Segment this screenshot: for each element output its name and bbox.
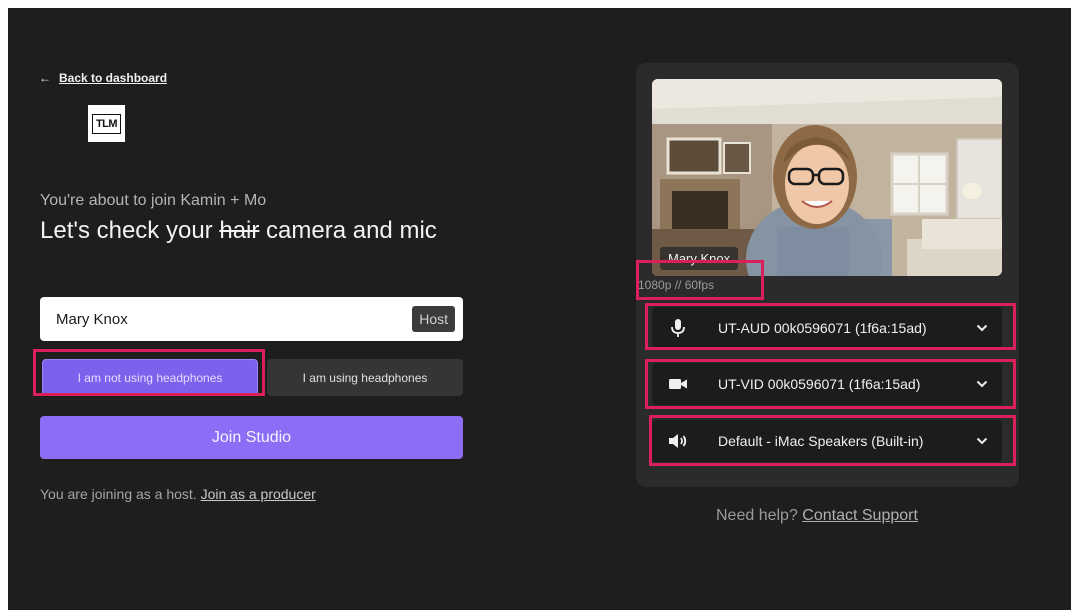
help-text: Need help? Contact Support: [716, 507, 918, 525]
arrow-left-icon: ←: [39, 71, 51, 85]
join-subtitle: You're about to join Kamin + Mo: [40, 192, 267, 209]
back-to-dashboard-link[interactable]: ← Back to dashboard: [39, 71, 167, 85]
microphone-select[interactable]: UT-AUD 00k0596071 (1f6a:15ad): [652, 307, 1002, 349]
display-name-field[interactable]: Host: [40, 297, 463, 341]
contact-support-link[interactable]: Contact Support: [802, 507, 918, 524]
chevron-down-icon: [962, 324, 1002, 332]
title-struck-word: hair: [219, 217, 260, 244]
participant-name-tag: Mary Knox: [660, 247, 739, 270]
joining-note-text: You are joining as a host.: [40, 486, 201, 502]
microphone-icon: [652, 318, 704, 338]
camera-select-value: UT-VID 00k0596071 (1f6a:15ad): [718, 376, 921, 392]
camera-icon: [652, 377, 704, 391]
device-panel: Mary Knox 1080p // 60fps UT-AUD 00k05960…: [636, 63, 1019, 487]
display-name-input[interactable]: [56, 310, 356, 328]
using-headphones-button[interactable]: I am using headphones: [267, 359, 463, 396]
speaker-icon: [652, 433, 704, 449]
back-label: Back to dashboard: [59, 71, 168, 85]
join-as-producer-link[interactable]: Join as a producer: [201, 486, 316, 502]
resolution-label: 1080p // 60fps: [638, 278, 715, 292]
host-badge: Host: [412, 306, 455, 332]
join-studio-button[interactable]: Join Studio: [40, 416, 463, 459]
not-using-headphones-button[interactable]: I am not using headphones: [42, 359, 258, 396]
speaker-select-value: Default - iMac Speakers (Built-in): [718, 433, 924, 449]
title-part-1: Let's check your: [40, 217, 220, 244]
chevron-down-icon: [962, 380, 1002, 388]
speaker-select[interactable]: Default - iMac Speakers (Built-in): [652, 420, 1002, 462]
camera-preview: Mary Knox: [652, 79, 1002, 276]
microphone-select-value: UT-AUD 00k0596071 (1f6a:15ad): [718, 320, 927, 336]
chevron-down-icon: [962, 437, 1002, 445]
help-prefix: Need help?: [716, 507, 803, 524]
title-part-2: camera and mic: [259, 217, 437, 244]
brand-logo: TLM: [88, 105, 125, 142]
joining-note: You are joining as a host. Join as a pro…: [40, 486, 316, 502]
app-root: ← Back to dashboard TLM You're about to …: [8, 8, 1071, 610]
page-title: Let's check your hair camera and mic: [40, 215, 460, 247]
camera-select[interactable]: UT-VID 00k0596071 (1f6a:15ad): [652, 363, 1002, 405]
logo-text: TLM: [91, 113, 122, 134]
